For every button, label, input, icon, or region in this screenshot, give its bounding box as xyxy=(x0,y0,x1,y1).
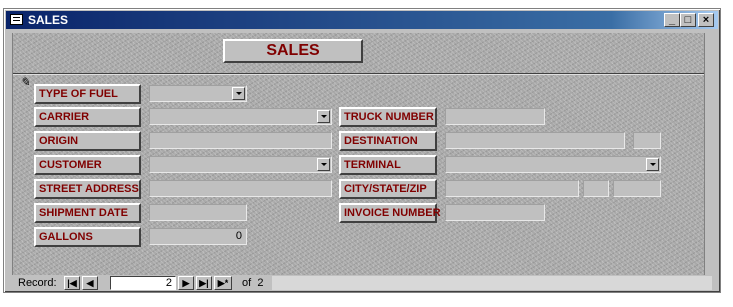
first-record-button[interactable]: |◀ xyxy=(64,276,80,290)
destination-field[interactable] xyxy=(445,132,625,149)
sales-window: SALES _ □ × SALES ✎ TYPE OF FUEL CARRIER… xyxy=(3,8,721,293)
minimize-button[interactable]: _ xyxy=(664,13,680,27)
new-record-button[interactable]: ▶* xyxy=(214,276,232,290)
zip-field[interactable] xyxy=(613,180,661,197)
close-button[interactable]: × xyxy=(698,13,714,27)
dropdown-arrow-icon[interactable] xyxy=(317,110,330,123)
type-of-fuel-label: TYPE OF FUEL xyxy=(34,84,141,104)
truck-number-label: TRUCK NUMBER xyxy=(339,107,437,127)
dropdown-arrow-icon[interactable] xyxy=(646,158,659,171)
destination-label: DESTINATION xyxy=(339,131,437,151)
form-icon xyxy=(10,14,23,25)
carrier-combo[interactable] xyxy=(149,108,332,125)
state-field[interactable] xyxy=(583,180,609,197)
street-address-field[interactable] xyxy=(149,180,332,197)
destination-extra-field[interactable] xyxy=(633,132,661,149)
invoice-number-field[interactable] xyxy=(445,204,545,221)
invoice-number-label: INVOICE NUMBER xyxy=(339,203,441,223)
street-address-label: STREET ADDRESS xyxy=(34,179,141,199)
city-field[interactable] xyxy=(445,180,579,197)
customer-label: CUSTOMER xyxy=(34,155,141,175)
terminal-label: TERMINAL xyxy=(339,155,437,175)
total-records: 2 xyxy=(257,277,264,289)
carrier-label: CARRIER xyxy=(34,107,141,127)
last-record-button[interactable]: ▶| xyxy=(196,276,212,290)
shipment-date-label: SHIPMENT DATE xyxy=(34,203,141,223)
record-label: Record: xyxy=(18,277,57,289)
dropdown-arrow-icon[interactable] xyxy=(317,158,330,171)
sales-header-button[interactable]: SALES xyxy=(223,39,363,63)
shipment-date-field[interactable] xyxy=(149,204,247,221)
window-title: SALES xyxy=(28,13,69,27)
form-body: SALES ✎ TYPE OF FUEL CARRIER TRUCK NUMBE… xyxy=(12,33,705,275)
title-bar[interactable]: SALES _ □ × xyxy=(6,11,718,29)
maximize-button[interactable]: □ xyxy=(680,13,696,27)
current-record-input[interactable]: 2 xyxy=(110,276,176,290)
dropdown-arrow-icon[interactable] xyxy=(232,87,245,100)
type-of-fuel-combo[interactable] xyxy=(149,85,247,102)
customer-combo[interactable] xyxy=(149,156,332,173)
origin-field[interactable] xyxy=(149,132,332,149)
truck-number-field[interactable] xyxy=(445,108,545,125)
vertical-scrollbar[interactable] xyxy=(704,33,718,275)
record-navigator: Record: |◀ ◀ 2 ▶ ▶| ▶* of 2 xyxy=(12,275,718,291)
horizontal-scrollbar[interactable] xyxy=(272,276,712,290)
of-text: of xyxy=(242,277,252,289)
terminal-combo[interactable] xyxy=(445,156,661,173)
record-of-label: of 2 xyxy=(242,275,263,291)
header-separator xyxy=(13,73,705,75)
city-state-zip-label: CITY/STATE/ZIP xyxy=(339,179,437,199)
previous-record-button[interactable]: ◀ xyxy=(82,276,98,290)
pencil-icon: ✎ xyxy=(20,75,31,89)
origin-label: ORIGIN xyxy=(34,131,141,151)
gallons-field[interactable]: 0 xyxy=(149,228,247,245)
next-record-button[interactable]: ▶ xyxy=(178,276,194,290)
gallons-label: GALLONS xyxy=(34,227,141,247)
